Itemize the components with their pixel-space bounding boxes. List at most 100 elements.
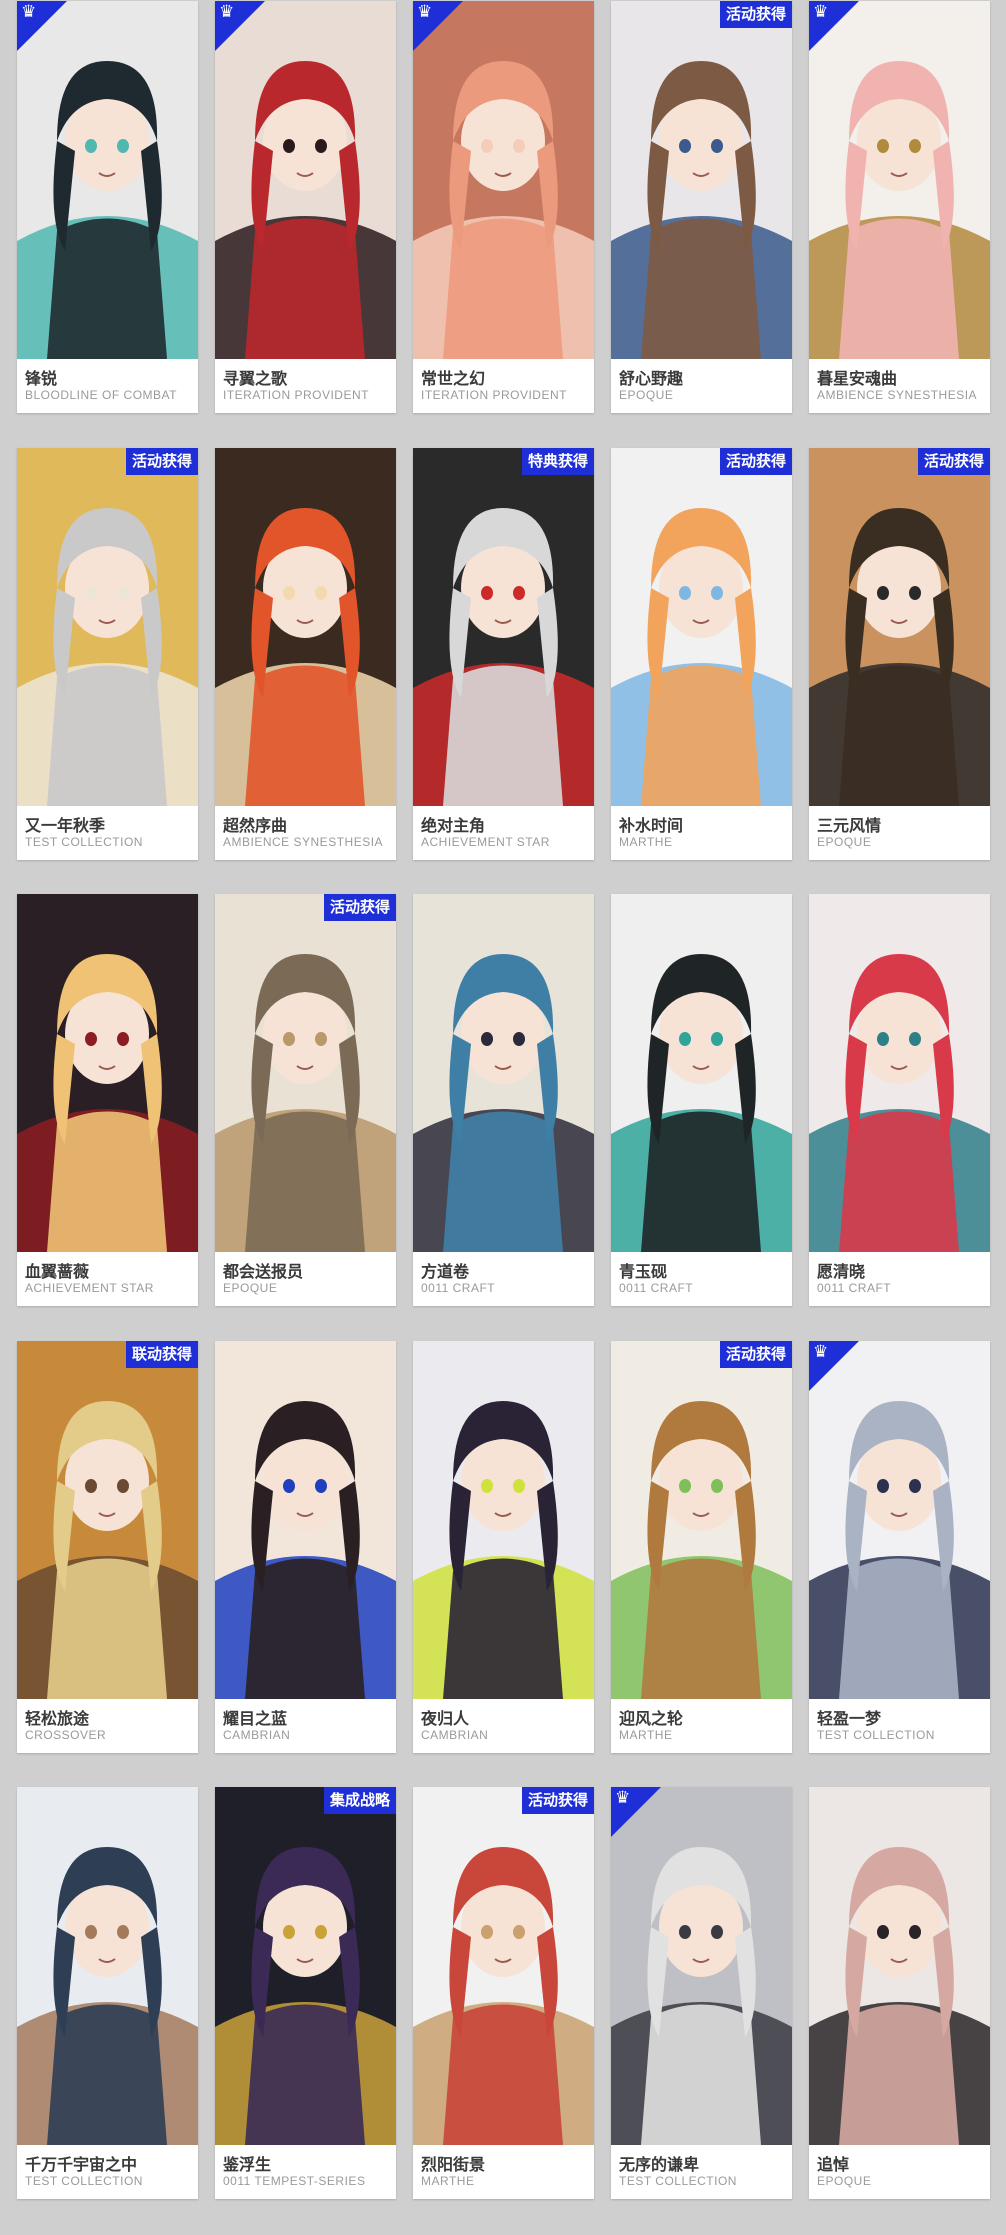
series-name: MARTHE (421, 2174, 475, 2188)
skin-card[interactable]: 活动获得舒心野趣 EPOQUE (611, 1, 792, 413)
skin-card[interactable]: ♛ 锋锐 BLOODLINE OF COMBAT (17, 1, 198, 413)
skin-card[interactable]: 夜归人 CAMBRIAN (413, 1341, 594, 1753)
skin-artwork (215, 448, 396, 806)
skin-caption: 血翼蔷薇 ACHIEVEMENT STAR (17, 1252, 198, 1306)
skin-artwork (17, 1341, 198, 1699)
skin-artwork (611, 894, 792, 1252)
skin-card[interactable]: 联动获得 轻松旅途 CROSSOVER (17, 1341, 198, 1753)
series-name: TEST COLLECTION (619, 2174, 737, 2188)
series-name: TEST COLLECTION (25, 835, 143, 849)
skin-card[interactable]: ♛ 轻盈一梦 TEST COLLECTION (809, 1341, 990, 1753)
skin-artwork (413, 1341, 594, 1699)
skin-card[interactable]: 活动获得 都会送报员 EPOQUE (215, 894, 396, 1306)
series-name: EPOQUE (619, 388, 674, 402)
skin-name: 三元风情 (817, 816, 882, 835)
skin-name: 无序的谦卑 (619, 2155, 700, 2174)
skin-card[interactable]: ♛ 暮星安魂曲 AMBIENCE SYNESTHESIA (809, 1, 990, 413)
skin-name: 寻翼之歌 (223, 369, 288, 388)
acquisition-tag: 活动获得 (719, 1341, 792, 1368)
skin-name: 夜归人 (421, 1709, 470, 1728)
skin-card[interactable]: 活动获得 又一年秋季 TEST COLLECTION (17, 448, 198, 860)
skin-card[interactable]: 愿清晓 0011 CRAFT (809, 894, 990, 1306)
skin-card[interactable]: 方道卷 0011 CRAFT (413, 894, 594, 1306)
skin-name: 青玉砚 (619, 1262, 668, 1281)
series-name: CROSSOVER (25, 1728, 107, 1742)
series-name: EPOQUE (223, 1281, 278, 1295)
skin-card[interactable]: 活动获得迎风之轮 MARTHE (611, 1341, 792, 1753)
skin-card[interactable]: ♛ 无序的谦卑 TEST COLLECTION (611, 1787, 792, 2199)
trophy-icon: ♛ (219, 2, 235, 22)
skin-caption: 夜归人 CAMBRIAN (413, 1699, 594, 1753)
skin-caption: 烈阳街景 MARTHE (413, 2145, 594, 2199)
skin-name: 暮星安魂曲 (817, 369, 898, 388)
skin-artwork (611, 1787, 792, 2145)
acquisition-tag: 活动获得 (521, 1787, 594, 1814)
skin-caption: 常世之幻 ITERATION PROVIDENT (413, 359, 594, 413)
skin-artwork (611, 1341, 792, 1699)
trophy-icon: ♛ (813, 1342, 829, 1362)
skin-artwork (809, 448, 990, 806)
skin-card[interactable]: 青玉砚 0011 CRAFT (611, 894, 792, 1306)
skin-caption: 超然序曲 AMBIENCE SYNESTHESIA (215, 806, 396, 860)
skin-artwork (215, 1341, 396, 1699)
series-name: BLOODLINE OF COMBAT (25, 388, 177, 402)
skin-artwork (17, 1, 198, 359)
trophy-icon: ♛ (615, 1788, 631, 1808)
skin-card[interactable]: 特典获得绝对主角 ACHIEVEMENT STAR (413, 448, 594, 860)
skin-name: 血翼蔷薇 (25, 1262, 90, 1281)
skin-name: 绝对主角 (421, 816, 486, 835)
skin-artwork (809, 894, 990, 1252)
skin-name: 都会送报员 (223, 1262, 304, 1281)
skin-caption: 舒心野趣 EPOQUE (611, 359, 792, 413)
skin-caption: 轻松旅途 CROSSOVER (17, 1699, 198, 1753)
skin-card[interactable]: 超然序曲 AMBIENCE SYNESTHESIA (215, 448, 396, 860)
skin-name: 舒心野趣 (619, 369, 684, 388)
skin-caption: 寻翼之歌 ITERATION PROVIDENT (215, 359, 396, 413)
series-name: ACHIEVEMENT STAR (421, 835, 550, 849)
skin-caption: 补水时间 MARTHE (611, 806, 792, 860)
skin-card[interactable]: 活动获得 补水时间 MARTHE (611, 448, 792, 860)
series-name: CAMBRIAN (421, 1728, 489, 1742)
series-name: AMBIENCE SYNESTHESIA (223, 835, 384, 849)
skin-card[interactable]: ♛ 常世之幻 ITERATION PROVIDENT (413, 1, 594, 413)
skin-name: 补水时间 (619, 816, 684, 835)
series-name: ACHIEVEMENT STAR (25, 1281, 154, 1295)
skin-name: 烈阳街景 (421, 2155, 486, 2174)
skin-caption: 愿清晓 0011 CRAFT (809, 1252, 990, 1306)
skin-name: 常世之幻 (421, 369, 486, 388)
skin-artwork (215, 894, 396, 1252)
skin-card[interactable]: 血翼蔷薇 ACHIEVEMENT STAR (17, 894, 198, 1306)
skin-name: 锋锐 (25, 369, 58, 388)
series-name: 0011 CRAFT (619, 1281, 694, 1295)
skin-name: 轻松旅途 (25, 1709, 90, 1728)
skin-card[interactable]: 活动获得 三元风情 EPOQUE (809, 448, 990, 860)
skin-card[interactable]: ♛ 寻翼之歌 ITERATION PROVIDENT (215, 1, 396, 413)
acquisition-tag: 特典获得 (521, 448, 594, 475)
skin-card[interactable]: 追悼 EPOQUE (809, 1787, 990, 2199)
series-name: 0011 CRAFT (817, 1281, 892, 1295)
skin-name: 轻盈一梦 (817, 1709, 882, 1728)
skin-card[interactable]: 耀目之蓝 CAMBRIAN (215, 1341, 396, 1753)
skin-name: 鉴浮生 (223, 2155, 272, 2174)
skin-caption: 绝对主角 ACHIEVEMENT STAR (413, 806, 594, 860)
skin-caption: 无序的谦卑 TEST COLLECTION (611, 2145, 792, 2199)
series-name: EPOQUE (817, 835, 872, 849)
skin-card[interactable]: 千万千宇宙之中 TEST COLLECTION (17, 1787, 198, 2199)
skin-card[interactable]: 活动获得烈阳街景 MARTHE (413, 1787, 594, 2199)
skin-artwork (611, 1, 792, 359)
skin-artwork (611, 448, 792, 806)
skin-caption: 迎风之轮 MARTHE (611, 1699, 792, 1753)
skin-caption: 锋锐 BLOODLINE OF COMBAT (17, 359, 198, 413)
skin-artwork (413, 1, 594, 359)
skin-caption: 千万千宇宙之中 TEST COLLECTION (17, 2145, 198, 2199)
skin-caption: 轻盈一梦 TEST COLLECTION (809, 1699, 990, 1753)
skin-card[interactable]: 集成战略 鉴浮生 0011 TEMPEST-SERIES (215, 1787, 396, 2199)
skin-name: 超然序曲 (223, 816, 288, 835)
series-name: AMBIENCE SYNESTHESIA (817, 388, 978, 402)
series-name: MARTHE (619, 1728, 673, 1742)
skin-name: 方道卷 (421, 1262, 470, 1281)
acquisition-tag: 活动获得 (719, 1, 792, 28)
skin-name: 愿清晓 (817, 1262, 866, 1281)
skin-caption: 追悼 EPOQUE (809, 2145, 990, 2199)
skin-caption: 暮星安魂曲 AMBIENCE SYNESTHESIA (809, 359, 990, 413)
